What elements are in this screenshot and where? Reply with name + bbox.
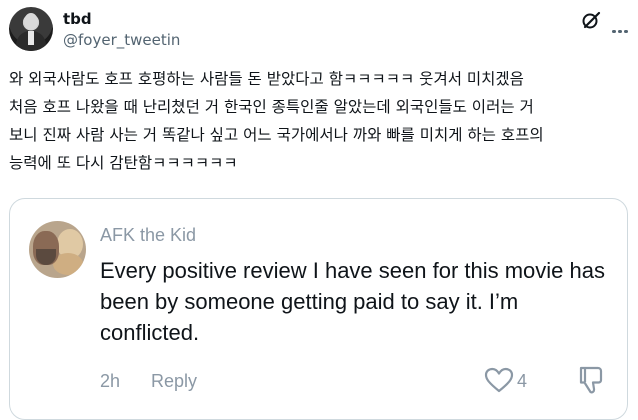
author-display-name[interactable]: tbd <box>63 10 92 28</box>
quoted-post-card[interactable]: AFK the Kid Every positive review I have… <box>9 198 628 420</box>
like-count: 4 <box>517 371 528 391</box>
tweet-text-line: 능력에 또 다시 감탄함ㅋㅋㅋㅋㅋㅋ <box>9 154 238 172</box>
quoted-post-time: 2h <box>100 371 121 391</box>
dislike-icon[interactable] <box>578 365 604 395</box>
author-handle[interactable]: @foyer_tweetin <box>63 31 180 49</box>
avatar-face <box>24 13 38 30</box>
quoted-post-text: Every positive review I have seen for th… <box>100 258 606 345</box>
reply-button[interactable]: Reply <box>151 371 197 392</box>
tweet-text-line: 보니 진짜 사람 사는 거 똑같나 싶고 어느 국가에서나 까와 빠를 미치게 … <box>9 126 544 144</box>
avatar-shirt <box>28 31 34 45</box>
author-avatar[interactable] <box>9 7 53 51</box>
quoted-author-avatar[interactable] <box>29 221 86 278</box>
heart-icon[interactable] <box>484 367 514 393</box>
grok-icon[interactable] <box>581 10 601 30</box>
quoted-author-name[interactable]: AFK the Kid <box>100 225 196 246</box>
tweet-text: 와 외국사람도 호프 호평하는 사람들 돈 받았다고 함ㅋㅋㅋㅋㅋ 웃겨서 미치… <box>9 65 634 177</box>
more-icon[interactable] <box>612 18 630 33</box>
tweet-text-line: 처음 호프 나왔을 때 난리쳤던 거 한국인 종특인줄 알았는데 외국인들도 이… <box>9 98 534 116</box>
tweet-text-line: 와 외국사람도 호프 호평하는 사람들 돈 받았다고 함ㅋㅋㅋㅋㅋ 웃겨서 미치… <box>9 70 524 88</box>
